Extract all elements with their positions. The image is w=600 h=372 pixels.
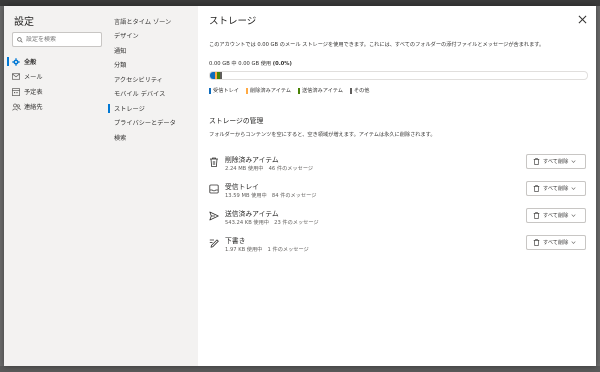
delete-all-label: すべて削除 [543,186,569,192]
folder-usage: 2.24 MB 使用中 46 件のメッセージ [225,166,314,172]
storage-usage-amount: 0.00 GB 中 0.00 GB 使用 [209,61,272,67]
storage-bar-segment-other [220,72,222,79]
page-title: ストレージ [209,16,257,27]
folder-row-deleted: 削除済みアイテム 2.24 MB 使用中 46 件のメッセージ すべて削除 [209,154,586,174]
storage-usage-bar [209,71,588,80]
subnav-item-accessibility[interactable]: アクセシビリティ [108,72,198,87]
delete-all-button[interactable]: すべて削除 [526,208,586,223]
legend-swatch-sent [297,87,300,94]
folder-usage: 13.59 MB 使用中 84 件のメッセージ [225,193,317,199]
settings-subcategory-pane: 言語とタイム ゾーン デザイン 通知 分類 アクセシビリティ モバイル デバイス… [108,6,198,366]
nav-item-mail[interactable]: メール [4,69,108,84]
settings-subcategory-nav: 言語とタイム ゾーン デザイン 通知 分類 アクセシビリティ モバイル デバイス… [108,14,198,145]
settings-search-box[interactable] [12,32,102,47]
nav-item-general[interactable]: 全般 [4,54,108,69]
trash-icon [533,239,540,246]
delete-all-label: すべて削除 [543,240,569,246]
folder-usage: 543.24 KB 使用中 23 件のメッセージ [225,220,319,226]
chevron-down-icon [571,214,576,217]
nav-item-people-label: 連絡先 [24,104,43,111]
mail-icon [12,73,24,80]
storage-usage-bar-fill [210,72,222,79]
people-icon [12,103,24,111]
chevron-down-icon [571,187,576,190]
subnav-item-categories[interactable]: 分類 [108,58,198,73]
trash-icon [533,212,540,219]
chevron-down-icon [571,160,576,163]
legend-label-inbox: 受信トレイ [213,88,239,94]
nav-item-people[interactable]: 連絡先 [4,99,108,114]
folder-row-inbox: 受信トレイ 13.59 MB 使用中 84 件のメッセージ すべて削除 [209,181,586,201]
window-backdrop-bottom [0,366,600,372]
settings-search-input[interactable] [23,36,96,43]
close-icon [578,15,586,23]
manage-storage-title: ストレージの管理 [209,117,264,125]
legend-item-sent: 送信済みアイテム [297,87,343,94]
folder-name: 受信トレイ [225,183,259,191]
legend-item-inbox: 受信トレイ [209,87,239,94]
legend-label-deleted: 削除済みアイテム [249,88,291,94]
legend-label-sent: 送信済みアイテム [301,88,343,94]
settings-sidebar: 設定 全般 メール 予定表 [4,6,108,366]
nav-item-calendar-label: 予定表 [24,89,43,96]
folder-row-drafts: 下書き 1.97 KB 使用中 1 件のメッセージ すべて削除 [209,235,586,255]
calendar-icon [12,87,24,96]
storage-description: このアカウントでは 0.00 GB のメール ストレージを使用できます。これには… [209,42,545,48]
legend-item-other: その他 [349,87,370,94]
subnav-item-mobile-devices[interactable]: モバイル デバイス [108,87,198,102]
delete-all-label: すべて削除 [543,159,569,165]
trash-icon [210,157,218,167]
subnav-item-storage[interactable]: ストレージ [108,101,198,116]
storage-legend: 受信トレイ 削除済みアイテム 送信済みアイテム その他 [209,87,377,94]
inbox-icon [209,184,219,194]
close-button[interactable] [576,13,588,25]
draft-icon [209,239,219,248]
storage-usage-percent: (0.0%) [272,61,292,67]
gear-icon [12,57,24,66]
trash-icon [533,158,540,165]
delete-all-label: すべて削除 [543,213,569,219]
folder-usage: 1.97 KB 使用中 1 件のメッセージ [225,247,309,253]
delete-all-button[interactable]: すべて削除 [526,154,586,169]
legend-swatch-inbox [209,87,211,94]
subnav-item-privacy-data[interactable]: プライバシーとデータ [108,116,198,131]
subnav-item-appearance[interactable]: デザイン [108,29,198,44]
legend-label-other: その他 [353,88,370,94]
delete-all-button[interactable]: すべて削除 [526,235,586,250]
subnav-item-notifications[interactable]: 通知 [108,43,198,58]
nav-item-calendar[interactable]: 予定表 [4,84,108,99]
settings-category-nav: 全般 メール 予定表 連絡先 [4,54,108,114]
legend-item-deleted: 削除済みアイテム [245,87,291,94]
folder-name: 下書き [225,237,246,245]
settings-dialog: 設定 全般 メール 予定表 [4,6,596,366]
subnav-item-search[interactable]: 検索 [108,130,198,145]
subnav-item-language-timezone[interactable]: 言語とタイム ゾーン [108,14,198,29]
legend-swatch-other [349,87,352,94]
folder-name: 送信済みアイテム [225,210,279,218]
storage-panel: ストレージ このアカウントでは 0.00 GB のメール ストレージを使用できま… [198,6,596,366]
trash-icon [533,185,540,192]
delete-all-button[interactable]: すべて削除 [526,181,586,196]
folder-row-sent: 送信済みアイテム 543.24 KB 使用中 23 件のメッセージ すべて削除 [209,208,586,228]
chevron-down-icon [571,241,576,244]
folder-name: 削除済みアイテム [225,156,279,164]
manage-storage-description: フォルダーからコンテンツを空にすると、空き領域が増えます。アイテムは永久に削除さ… [209,132,436,138]
storage-usage-text: 0.00 GB 中 0.00 GB 使用 (0.0%) [209,60,292,67]
legend-swatch-deleted [245,87,248,94]
settings-title: 設定 [14,17,34,28]
send-icon [209,211,219,221]
nav-item-general-label: 全般 [24,59,37,66]
nav-item-mail-label: メール [24,74,43,81]
